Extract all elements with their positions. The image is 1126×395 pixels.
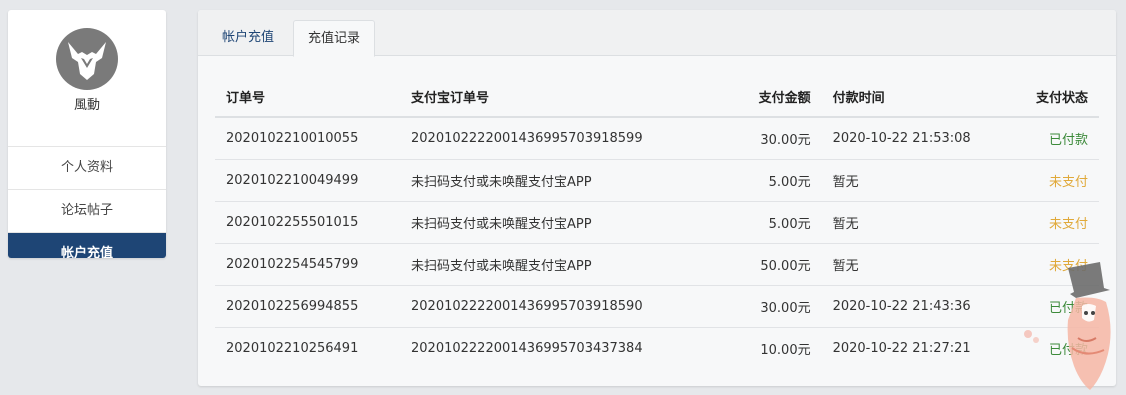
status-badge: 已付款	[1021, 117, 1099, 160]
amount-cell: 10.00元	[760, 342, 811, 358]
order-no-cell: 2020102210010055	[215, 117, 400, 160]
table-row: 2020102210256491 20201022220014369957034…	[215, 327, 1099, 369]
amount-cell: 50.00元	[653, 243, 822, 286]
alipay-order-cell: 未扫码支付或未唤醒支付宝APP	[400, 159, 654, 202]
table-row: 2020102210010055 20201022220014369957039…	[215, 117, 1099, 160]
order-no-cell: 2020102256994855	[215, 285, 400, 328]
tab-bar: 帐户充值 充值记录	[198, 10, 1116, 57]
mascot-character-icon[interactable]	[1016, 258, 1126, 395]
table-row: 2020102210049499 未扫码支付或未唤醒支付宝APP 5.00元 暂…	[215, 159, 1099, 202]
column-header-amount: 支付金额	[653, 76, 822, 118]
sidebar-item-forum-posts[interactable]: 论坛帖子	[8, 190, 166, 233]
alipay-order-cell: 2020102222001436995703918599	[400, 117, 654, 160]
order-no-cell: 2020102254545799	[215, 243, 400, 286]
recharge-records-table: 订单号 支付宝订单号 支付金额 付款时间 支付状态 20201022100100…	[215, 76, 1099, 369]
alipay-order-cell: 2020102222001436995703437384	[411, 340, 643, 356]
table-row: 2020102255501015 未扫码支付或未唤醒支付宝APP 5.00元 暂…	[215, 201, 1099, 244]
column-header-status: 支付状态	[1021, 76, 1099, 118]
pay-time-cell: 2020-10-22 21:27:21	[832, 340, 971, 356]
sidebar-item-account-recharge[interactable]: 帐户充值	[8, 233, 166, 258]
amount-cell: 5.00元	[653, 201, 822, 244]
column-header-alipay-order-no: 支付宝订单号	[400, 76, 654, 118]
pay-time-cell: 暂无	[821, 159, 1022, 202]
alipay-order-cell: 未扫码支付或未唤醒支付宝APP	[400, 201, 654, 244]
order-no-cell: 2020102210049499	[215, 159, 400, 202]
status-badge: 未支付	[1021, 201, 1099, 244]
pay-time-cell: 2020-10-22 21:53:08	[821, 117, 1022, 160]
username: 風動	[73, 98, 100, 113]
user-sidebar: 風動 个人资料 论坛帖子 帐户充值	[8, 10, 166, 258]
alipay-order-cell: 未扫码支付或未唤醒支付宝APP	[400, 243, 654, 286]
alipay-order-cell: 2020102222001436995703918590	[400, 285, 654, 328]
order-no-cell: 2020102210256491	[226, 340, 359, 356]
sidebar-item-profile[interactable]: 个人资料	[8, 147, 166, 190]
order-no-cell: 2020102255501015	[215, 201, 400, 244]
tab-account-recharge[interactable]: 帐户充值	[208, 20, 288, 57]
bull-logo-icon	[68, 42, 106, 80]
amount-cell: 30.00元	[653, 285, 822, 328]
column-header-pay-time: 付款时间	[821, 76, 1022, 118]
table-header-row: 订单号 支付宝订单号 支付金额 付款时间 支付状态	[215, 76, 1099, 118]
pay-time-cell: 2020-10-22 21:43:36	[821, 285, 1022, 328]
pay-time-cell: 暂无	[821, 201, 1022, 244]
avatar[interactable]	[56, 28, 118, 90]
table-row: 2020102254545799 未扫码支付或未唤醒支付宝APP 50.00元 …	[215, 243, 1099, 286]
status-badge: 未支付	[1021, 159, 1099, 202]
table-row: 2020102256994855 20201022220014369957039…	[215, 285, 1099, 328]
tab-recharge-records[interactable]: 充值记录	[293, 20, 376, 57]
column-header-order-no: 订单号	[215, 76, 400, 118]
profile-card: 風動	[8, 28, 166, 147]
recharge-panel: 帐户充值 充值记录 订单号 支付宝订单号 支付金额 付款时间 支付状态 2020…	[198, 10, 1116, 386]
amount-cell: 30.00元	[653, 117, 822, 160]
amount-cell: 5.00元	[653, 159, 822, 202]
pay-time-cell: 暂无	[821, 243, 1022, 286]
